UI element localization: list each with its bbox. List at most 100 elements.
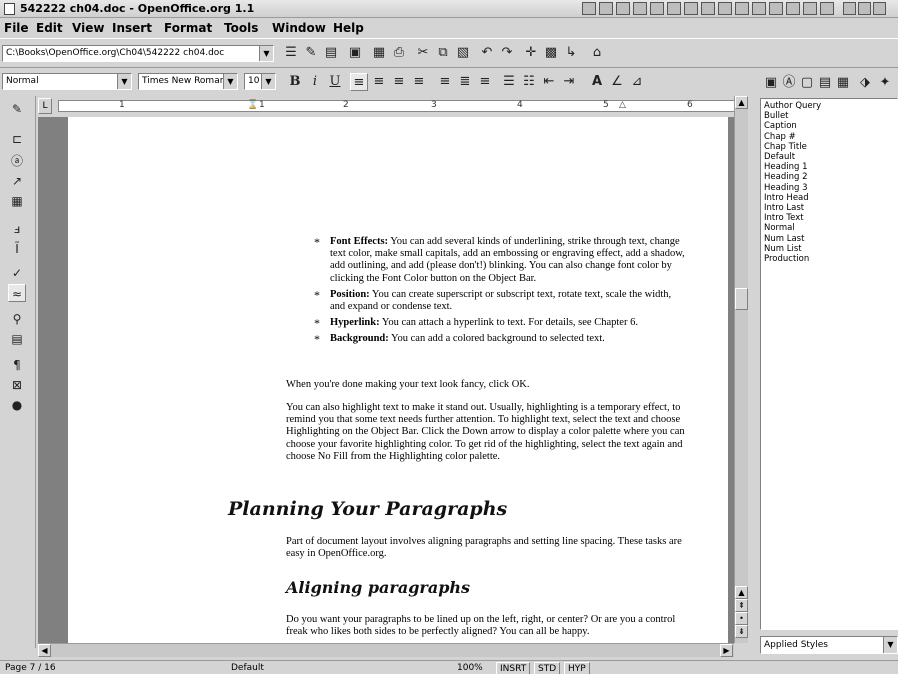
navigation-icon[interactable]: • xyxy=(735,612,748,625)
app-icon[interactable] xyxy=(718,2,732,15)
cut-icon[interactable]: ✂ xyxy=(414,44,432,62)
list-item[interactable]: Production xyxy=(764,254,894,264)
document-area[interactable]: Font Effects: You can add several kinds … xyxy=(38,117,734,643)
italic-icon[interactable]: i xyxy=(306,73,324,91)
style-filter-select[interactable]: Applied Styles ▼ xyxy=(760,636,898,654)
align-left-icon[interactable]: ≡ xyxy=(350,73,368,91)
app-icon[interactable] xyxy=(803,2,817,15)
undo-icon[interactable]: ↶ xyxy=(478,44,496,62)
list-item[interactable]: Chap # xyxy=(764,132,894,142)
align-right-icon[interactable]: ≡ xyxy=(390,73,408,91)
list-item[interactable]: Bullet xyxy=(764,111,894,121)
app-icon[interactable] xyxy=(752,2,766,15)
list-item[interactable]: Num List xyxy=(764,244,894,254)
list-item[interactable]: Intro Last xyxy=(764,203,894,213)
window-icon[interactable] xyxy=(616,2,630,15)
stylist-icon[interactable]: ▩ xyxy=(542,44,560,62)
horizontal-scrollbar[interactable]: ◀ ▶ xyxy=(38,643,734,657)
export-pdf-icon[interactable]: ▣ xyxy=(346,44,364,62)
highlighting-icon[interactable]: ∠ xyxy=(608,73,626,91)
chevron-down-icon[interactable]: ▼ xyxy=(261,74,275,89)
underline-icon[interactable]: U xyxy=(326,73,344,91)
graphics-off-icon[interactable]: ⊠ xyxy=(8,376,26,394)
form-functions-icon[interactable]: ▦ xyxy=(8,192,26,210)
close-icon[interactable] xyxy=(873,2,886,15)
auto-spellcheck-icon[interactable]: ≈ xyxy=(8,284,26,302)
font-name-select[interactable]: Times New Roman ▼ xyxy=(138,73,238,90)
chevron-down-icon[interactable]: ▼ xyxy=(883,637,897,653)
character-styles-icon[interactable]: Ⓐ xyxy=(780,74,798,92)
scroll-thumb[interactable] xyxy=(735,288,748,310)
line-spacing-1-icon[interactable]: ≡ xyxy=(436,73,454,91)
paragraph-style-select[interactable]: Normal ▼ xyxy=(2,73,132,90)
line-spacing-2-icon[interactable]: ≡ xyxy=(476,73,494,91)
document-page[interactable]: Font Effects: You can add several kinds … xyxy=(68,117,728,643)
list-item[interactable]: Heading 1 xyxy=(764,162,894,172)
list-item[interactable]: Chap Title xyxy=(764,142,894,152)
hyperlink-icon[interactable]: ↳ xyxy=(562,44,580,62)
ruler-right-indent-marker[interactable]: △ xyxy=(619,100,626,110)
online-layout-icon[interactable]: ● xyxy=(8,396,26,414)
app-icon[interactable] xyxy=(820,2,834,15)
list-item[interactable]: Default xyxy=(764,152,894,162)
maximize-icon[interactable] xyxy=(858,2,871,15)
show-draw-functions-icon[interactable]: ↗ xyxy=(8,172,26,190)
app-icon[interactable] xyxy=(667,2,681,15)
font-size-select[interactable]: 10 ▼ xyxy=(244,73,276,90)
ruler-indent-marker[interactable]: ⌛ xyxy=(247,100,258,110)
paragraph-styles-icon[interactable]: ▣ xyxy=(762,74,780,92)
list-item[interactable]: Intro Text xyxy=(764,213,894,223)
list-item[interactable]: Heading 3 xyxy=(764,183,894,193)
justify-icon[interactable]: ≡ xyxy=(410,73,428,91)
text-cursor-icon[interactable]: Ĩ xyxy=(8,240,26,258)
tab-type-icon[interactable]: L xyxy=(38,98,52,114)
menu-format[interactable]: Format xyxy=(164,21,212,35)
minimize-icon[interactable] xyxy=(843,2,856,15)
url-field[interactable]: C:\Books\OpenOffice.org\Ch04\542222 ch04… xyxy=(2,45,274,62)
style-list[interactable]: Author Query Bullet Caption Chap # Chap … xyxy=(760,98,898,630)
scroll-up-icon[interactable]: ▲ xyxy=(735,96,748,109)
navigator-icon[interactable]: ✛ xyxy=(522,44,540,62)
print-icon[interactable]: ⎙ xyxy=(390,44,408,62)
app-icon[interactable] xyxy=(650,2,664,15)
window-icon[interactable] xyxy=(599,2,613,15)
list-item[interactable]: Intro Head xyxy=(764,193,894,203)
list-item[interactable]: Num Last xyxy=(764,234,894,244)
align-center-icon[interactable]: ≡ xyxy=(370,73,388,91)
menu-tools[interactable]: Tools xyxy=(224,21,258,35)
bold-icon[interactable]: B xyxy=(286,73,304,91)
chevron-down-icon[interactable]: ▼ xyxy=(117,74,131,89)
open-icon[interactable]: ✎ xyxy=(302,44,320,62)
hyperlink-mode-indicator[interactable]: HYP xyxy=(564,662,590,674)
chevron-down-icon[interactable]: ▼ xyxy=(223,74,237,89)
find-replace-icon[interactable]: ⚲ xyxy=(8,310,26,328)
edit-file-icon[interactable]: ☰ xyxy=(282,44,300,62)
app-icon[interactable] xyxy=(735,2,749,15)
list-item[interactable]: Heading 2 xyxy=(764,172,894,182)
decrease-indent-icon[interactable]: ⇤ xyxy=(540,73,558,91)
list-item[interactable]: Normal xyxy=(764,223,894,233)
insert-fields-icon[interactable]: ⊏ xyxy=(8,130,26,148)
app-icon[interactable] xyxy=(786,2,800,15)
gallery-icon[interactable]: ⌂ xyxy=(588,44,606,62)
menu-insert[interactable]: Insert xyxy=(112,21,152,35)
increase-indent-icon[interactable]: ⇥ xyxy=(560,73,578,91)
next-page-icon[interactable]: ⇟ xyxy=(735,625,748,638)
vertical-scrollbar[interactable]: ▲ ▲ ⇞ • ⇟ xyxy=(734,96,748,643)
app-icon[interactable] xyxy=(633,2,647,15)
insert-object-icon[interactable]: ⓐ xyxy=(8,152,26,170)
menu-file[interactable]: File xyxy=(4,21,29,35)
background-color-icon[interactable]: ⊿ xyxy=(628,73,646,91)
paste-icon[interactable]: ▧ xyxy=(454,44,472,62)
numbering-icon[interactable]: ☰ xyxy=(500,73,518,91)
pin-icon[interactable] xyxy=(582,2,596,15)
list-item[interactable]: Caption xyxy=(764,121,894,131)
app-icon[interactable] xyxy=(684,2,698,15)
insert-mode-indicator[interactable]: INSRT xyxy=(496,662,531,674)
scroll-left-icon[interactable]: ◀ xyxy=(38,644,51,657)
scroll-up-icon[interactable]: ▲ xyxy=(735,586,748,599)
fill-format-icon[interactable]: ⬗ xyxy=(856,74,874,92)
font-color-icon[interactable]: A xyxy=(588,73,606,91)
page-styles-icon[interactable]: ▤ xyxy=(816,74,834,92)
zoom-indicator[interactable]: 100% xyxy=(454,662,486,674)
